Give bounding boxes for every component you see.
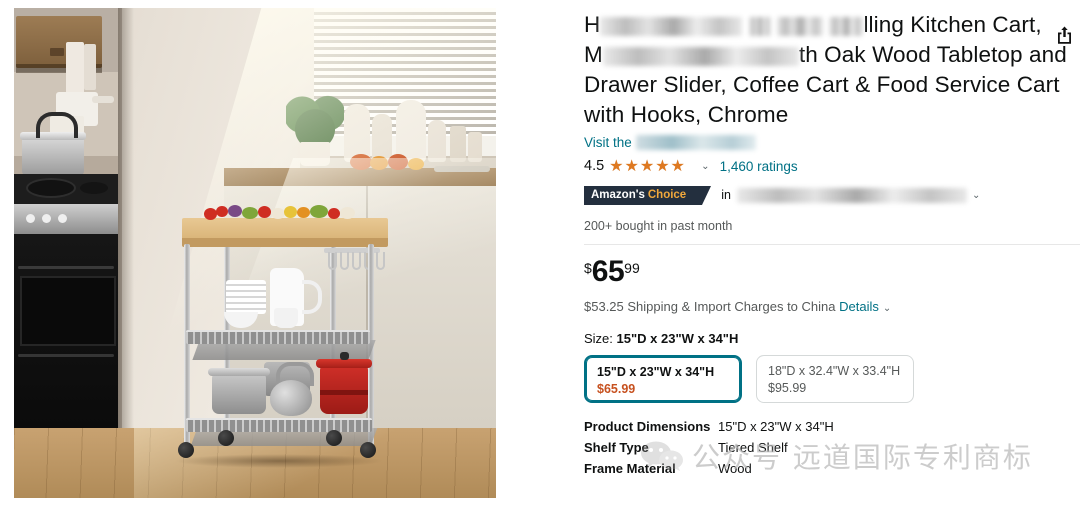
detail-key: Frame Material [584, 461, 676, 476]
redacted-category [736, 187, 967, 203]
size-selected-value: 15"D x 23"W x 34"H [616, 331, 739, 346]
amazons-choice-badge[interactable]: Amazon's Choice [584, 185, 712, 205]
size-option-alternate[interactable]: 18"D x 32.4"W x 33.4"H $95.99 [756, 355, 914, 403]
visit-store-link[interactable]: Visit the [584, 134, 1080, 152]
price-fraction: 99 [624, 260, 640, 276]
redacted-phrase [602, 47, 799, 66]
rating-row[interactable]: 4.5 ★★★★★ ★★★★★ ⌄ 1,460 ratings [584, 155, 1080, 177]
badge-in-word: in [721, 188, 731, 202]
divider [584, 244, 1080, 245]
bought-in-past-month: 200+ bought in past month [584, 219, 733, 233]
price-currency: $ [584, 260, 592, 276]
product-details-table: Product Dimensions 15"D x 23"W x 34"H Sh… [584, 417, 1080, 479]
star-rating-icon: ★★★★★ ★★★★★ [609, 158, 695, 174]
stars-filled: ★★★★★ [609, 158, 686, 174]
size-label-text: Size: [584, 331, 613, 346]
detail-key: Shelf Type [584, 440, 649, 455]
visit-store-prefix: Visit the [584, 135, 632, 150]
title-line-3: Drawer Slider, Coffee Cart & Food Servic… [584, 72, 1060, 97]
detail-value: 15"D x 23"W x 34"H [718, 419, 834, 434]
price: $ 65 99 [584, 257, 1080, 287]
shipping-text: $53.25 Shipping & Import Charges to Chin… [584, 299, 836, 314]
product-image[interactable] [14, 8, 496, 498]
price-whole: 65 [591, 255, 625, 288]
size-option-selected[interactable]: 15"D x 23"W x 34"H $65.99 [584, 355, 742, 403]
redacted-word-c [829, 17, 864, 36]
table-row: Product Dimensions 15"D x 23"W x 34"H [584, 417, 1080, 437]
amazons-choice-row: Amazon's Choice in ⌄ [584, 185, 1080, 205]
size-option-name: 18"D x 32.4"W x 33.4"H [768, 364, 901, 378]
product-detail-page: H lling Kitchen Cart, Mth Oak Wood Tablet… [0, 0, 1080, 506]
size-label: Size: 15"D x 23"W x 34"H [584, 331, 1080, 346]
size-option-price: $95.99 [768, 381, 807, 395]
table-row: Frame Material Wood [584, 459, 1080, 479]
sp3 [632, 135, 636, 150]
title-line-4: with Hooks, Chrome [584, 102, 789, 127]
product-info: H lling Kitchen Cart, Mth Oak Wood Tablet… [584, 0, 1080, 480]
title-line-1-mid [742, 12, 748, 37]
table-row: Shelf Type Tiered Shelf [584, 438, 1080, 458]
size-option-price: $65.99 [597, 382, 636, 396]
title-line-2-end: th Oak Wood Tabletop and [798, 42, 1067, 67]
size-option-name: 15"D x 23"W x 34"H [597, 365, 715, 379]
title-line-1-end: lling Kitchen Cart, [863, 12, 1042, 37]
ratings-count-link[interactable]: 1,460 ratings [720, 159, 798, 174]
detail-value: Tiered Shelf [718, 440, 788, 455]
redacted-brand [600, 17, 743, 36]
detail-key: Product Dimensions [584, 419, 711, 434]
product-detail-column: H lling Kitchen Cart, Mth Oak Wood Tablet… [520, 0, 1080, 506]
title-line-1-start: H [584, 12, 601, 37]
shipping-details-link[interactable]: Details [839, 299, 879, 314]
price-block: $ 65 99 $53.25 Shipping & Import Charges… [584, 257, 1080, 315]
rating-value: 4.5 [584, 158, 605, 174]
chevron-down-icon[interactable]: ⌄ [701, 161, 709, 172]
redacted-word-b [777, 17, 824, 36]
size-option-list: 15"D x 23"W x 34"H $65.99 18"D x 32.4"W … [584, 355, 1080, 403]
product-title: H lling Kitchen Cart, Mth Oak Wood Tablet… [584, 10, 1080, 130]
redacted-word-a [748, 17, 771, 36]
badge-amazon-word: Amazon's [591, 189, 645, 201]
redacted-store-name [635, 135, 756, 150]
title-line-2-start: M [584, 42, 603, 67]
kitchen-cart-illustration [164, 204, 414, 470]
badge-choice-word: Choice [647, 189, 687, 201]
details-chevron-down-icon[interactable]: ⌄ [883, 303, 891, 314]
category-chevron-down-icon[interactable]: ⌄ [972, 190, 980, 201]
product-image-pane [0, 0, 520, 506]
detail-value: Wood [718, 461, 752, 476]
shipping-line: $53.25 Shipping & Import Charges to Chin… [584, 299, 1080, 314]
